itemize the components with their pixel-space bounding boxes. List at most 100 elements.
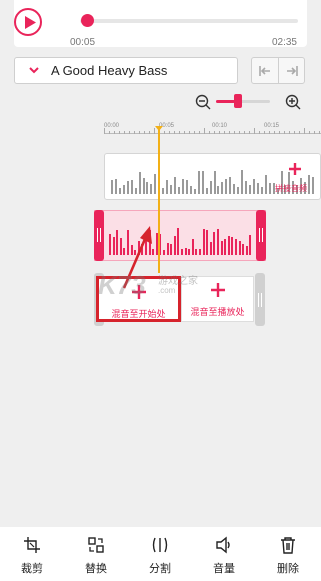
ruler-tick	[124, 131, 125, 134]
waveform-bar	[185, 180, 188, 194]
waveform-bar	[312, 176, 315, 194]
waveform-bar	[256, 183, 259, 194]
watermark-name: 游戏之家	[158, 276, 198, 287]
ruler-tick	[179, 131, 180, 134]
waveform-bar	[224, 238, 227, 255]
waveform-bar	[237, 186, 240, 194]
replace-label: 替换	[85, 562, 107, 575]
clip-start-handle[interactable]	[94, 210, 104, 261]
crop-button[interactable]: 裁剪	[0, 527, 64, 581]
ruler-tick	[244, 131, 245, 134]
waveform-bar	[241, 170, 244, 194]
ruler-tick	[264, 131, 265, 134]
ruler-tick	[229, 131, 230, 134]
waveform-bar	[209, 181, 212, 194]
ruler-tick	[314, 131, 315, 134]
waveform-bar	[191, 239, 194, 255]
volume-button[interactable]: 音量	[192, 527, 256, 581]
waveform-bar	[264, 174, 267, 194]
append-audio-label[interactable]: 拼接音频	[275, 183, 307, 194]
waveform-bar	[249, 234, 252, 255]
track-selector[interactable]: A Good Heavy Bass	[14, 57, 238, 84]
waveform-bar	[126, 181, 129, 194]
main-audio-track[interactable]: 拼接音频	[104, 153, 321, 200]
ruler-label: 00:15	[264, 123, 280, 129]
ruler-tick	[109, 131, 110, 134]
plus-icon[interactable]	[289, 163, 301, 175]
waveform-bar	[111, 180, 113, 194]
waveform-bar	[245, 246, 248, 255]
zoom-out-icon[interactable]	[195, 94, 211, 110]
mix-end-handle[interactable]	[255, 273, 265, 326]
waveform-bar	[242, 244, 245, 255]
waveform-bar	[238, 241, 241, 255]
skip-to-end-icon[interactable]	[285, 64, 299, 78]
skip-to-start-icon[interactable]	[258, 64, 272, 78]
replace-button[interactable]: 替换	[64, 527, 128, 581]
watermark-logo: K73	[98, 270, 146, 300]
split-button[interactable]: 分割	[128, 527, 192, 581]
ruler-tick	[204, 128, 205, 134]
play-button[interactable]	[14, 8, 42, 36]
clip-end-handle[interactable]	[256, 210, 266, 261]
playhead-marker	[155, 126, 163, 131]
waveform-bar	[217, 186, 220, 194]
ruler-tick	[309, 131, 310, 134]
volume-icon	[216, 536, 230, 554]
ruler-tick	[174, 131, 175, 134]
ruler-tick	[289, 131, 290, 134]
split-label: 分割	[149, 562, 171, 575]
waveform-bar	[233, 184, 236, 194]
waveform-bar	[205, 187, 208, 194]
waveform-bar	[197, 171, 200, 194]
ruler-tick	[259, 131, 260, 134]
track-name: A Good Heavy Bass	[51, 63, 168, 78]
ruler-tick	[194, 131, 195, 134]
ruler-tick	[274, 131, 275, 134]
playhead[interactable]	[158, 128, 160, 273]
waveform-bar	[189, 186, 192, 194]
zoom-knob[interactable]	[233, 94, 242, 108]
waveform-bar	[130, 179, 133, 194]
ruler-tick	[134, 131, 135, 134]
ruler-label: 00:00	[104, 123, 120, 129]
ruler-tick	[239, 131, 240, 134]
navigation-buttons	[251, 57, 305, 84]
progress-track[interactable]	[80, 19, 298, 23]
waveform-bar	[227, 236, 230, 255]
ruler-tick	[249, 131, 250, 134]
waveform-bar	[112, 237, 115, 255]
timeline-ruler: 00:00 00:05 00:10 00:15	[104, 118, 321, 138]
waveform-bar	[206, 229, 209, 255]
play-icon	[25, 16, 36, 29]
ruler-tick	[149, 131, 150, 134]
ruler-tick	[199, 131, 200, 134]
split-icon	[152, 537, 168, 553]
zoom-fill	[216, 100, 235, 103]
waveform-bar	[166, 243, 169, 255]
chevron-down-icon	[29, 67, 39, 74]
waveform-bar	[173, 236, 176, 255]
ruler-tick	[184, 131, 185, 134]
progress-knob[interactable]	[80, 14, 94, 27]
watermark-url: .com	[158, 286, 176, 295]
waveform-bar	[166, 180, 169, 194]
waveform-bar	[162, 188, 165, 194]
waveform-bar	[229, 176, 232, 194]
waveform-bar	[134, 188, 137, 194]
mix-to-start-label: 混音至开始处	[111, 310, 166, 320]
waveform-bar	[213, 170, 216, 194]
ruler-tick	[279, 131, 280, 134]
waveform-bar	[213, 232, 216, 255]
delete-icon	[281, 537, 295, 554]
zoom-in-icon[interactable]	[285, 94, 301, 110]
zoom-slider[interactable]	[216, 100, 270, 103]
delete-button[interactable]: 删除	[256, 527, 320, 581]
replace-icon	[88, 537, 104, 553]
waveform-bar	[109, 233, 111, 255]
waveform-bar	[170, 185, 173, 194]
waveform-bar	[181, 178, 184, 194]
ruler-tick	[319, 131, 320, 134]
current-time: 00:05	[70, 37, 96, 48]
waveform-bar	[235, 238, 237, 255]
